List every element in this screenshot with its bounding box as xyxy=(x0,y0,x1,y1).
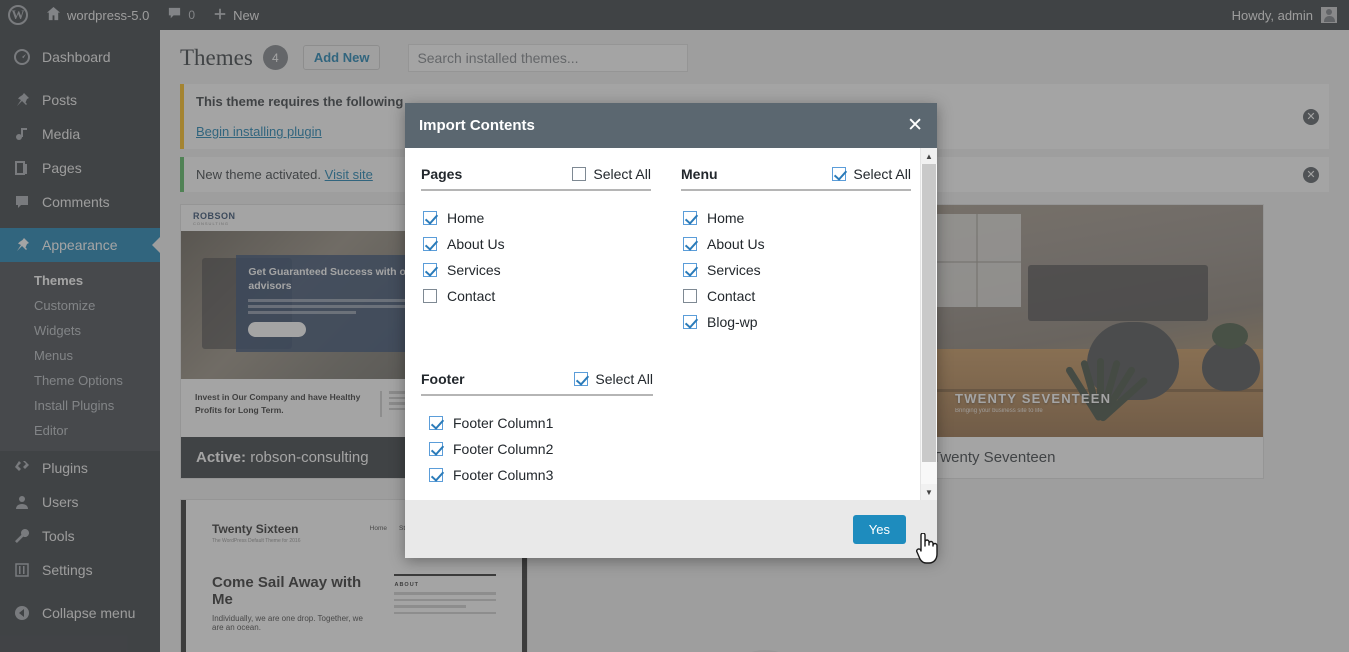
checkbox-label: Contact xyxy=(707,288,756,304)
menu-blog-wp-checkbox[interactable] xyxy=(683,315,697,329)
select-all-footer[interactable]: Select All xyxy=(574,371,653,387)
scrollbar-track[interactable] xyxy=(921,164,937,484)
chevron-down-icon[interactable]: ▼ xyxy=(921,484,937,500)
section-menu: Menu Select All Home About Us Services C… xyxy=(681,166,911,335)
yes-button[interactable]: Yes xyxy=(852,514,906,544)
modal-header: Import Contents ✕ xyxy=(405,103,937,148)
checkbox-label: Home xyxy=(707,210,745,226)
checkbox-row[interactable]: Home xyxy=(421,205,651,231)
checkbox-row[interactable]: Contact xyxy=(681,283,911,309)
menu-services-checkbox[interactable] xyxy=(683,263,697,277)
checkbox-row[interactable]: Blog-wp xyxy=(681,309,911,335)
pointer-hand-cursor xyxy=(915,532,941,570)
footer-column3-checkbox[interactable] xyxy=(429,468,443,482)
select-all-label: Select All xyxy=(595,371,653,387)
checkbox-label: Footer Column1 xyxy=(453,415,554,431)
menu-about-us-checkbox[interactable] xyxy=(683,237,697,251)
checkbox-row[interactable]: Footer Column1 xyxy=(421,410,653,436)
page-services-checkbox[interactable] xyxy=(423,263,437,277)
select-all-checkbox[interactable] xyxy=(572,167,587,181)
checkbox-label: About Us xyxy=(707,236,765,252)
checkbox-label: Blog-wp xyxy=(707,314,758,330)
checkbox-row[interactable]: Services xyxy=(681,257,911,283)
page-home-checkbox[interactable] xyxy=(423,211,437,225)
import-contents-modal: Import Contents ✕ Pages Select All Home xyxy=(405,103,937,558)
checkbox-label: Services xyxy=(447,262,501,278)
section-footer: Footer Select All Footer Column1 Footer … xyxy=(421,371,653,488)
checkbox-row[interactable]: About Us xyxy=(421,231,651,257)
modal-footer: Yes xyxy=(405,500,937,558)
footer-column1-checkbox[interactable] xyxy=(429,416,443,430)
section-title: Pages xyxy=(421,166,463,182)
page-about-us-checkbox[interactable] xyxy=(423,237,437,251)
select-all-label: Select All xyxy=(593,166,651,182)
checkbox-label: About Us xyxy=(447,236,505,252)
checkbox-row[interactable]: Footer Column2 xyxy=(421,436,653,462)
checkbox-row[interactable]: Home xyxy=(681,205,911,231)
checkbox-label: Contact xyxy=(447,288,496,304)
section-title: Menu xyxy=(681,166,718,182)
checkbox-row[interactable]: Footer Column3 xyxy=(421,462,653,488)
footer-column2-checkbox[interactable] xyxy=(429,442,443,456)
checkbox-label: Home xyxy=(447,210,485,226)
modal-title: Import Contents xyxy=(419,117,535,134)
section-title: Footer xyxy=(421,371,465,387)
select-all-label: Select All xyxy=(853,166,911,182)
select-all-checkbox[interactable] xyxy=(832,167,847,181)
close-icon[interactable]: ✕ xyxy=(907,116,923,135)
checkbox-row[interactable]: Contact xyxy=(421,283,651,309)
modal-body: Pages Select All Home About Us Services … xyxy=(405,148,937,500)
chevron-up-icon[interactable]: ▲ xyxy=(921,148,937,164)
page-contact-checkbox[interactable] xyxy=(423,289,437,303)
section-pages: Pages Select All Home About Us Services … xyxy=(421,166,651,335)
checkbox-row[interactable]: About Us xyxy=(681,231,911,257)
checkbox-row[interactable]: Services xyxy=(421,257,651,283)
menu-home-checkbox[interactable] xyxy=(683,211,697,225)
checkbox-label: Services xyxy=(707,262,761,278)
select-all-checkbox[interactable] xyxy=(574,372,589,386)
modal-scrollbar[interactable]: ▲ ▼ xyxy=(920,148,937,500)
checkbox-label: Footer Column2 xyxy=(453,441,554,457)
select-all-pages[interactable]: Select All xyxy=(572,166,651,182)
scrollbar-thumb[interactable] xyxy=(922,164,936,462)
select-all-menu[interactable]: Select All xyxy=(832,166,911,182)
checkbox-label: Footer Column3 xyxy=(453,467,554,483)
menu-contact-checkbox[interactable] xyxy=(683,289,697,303)
